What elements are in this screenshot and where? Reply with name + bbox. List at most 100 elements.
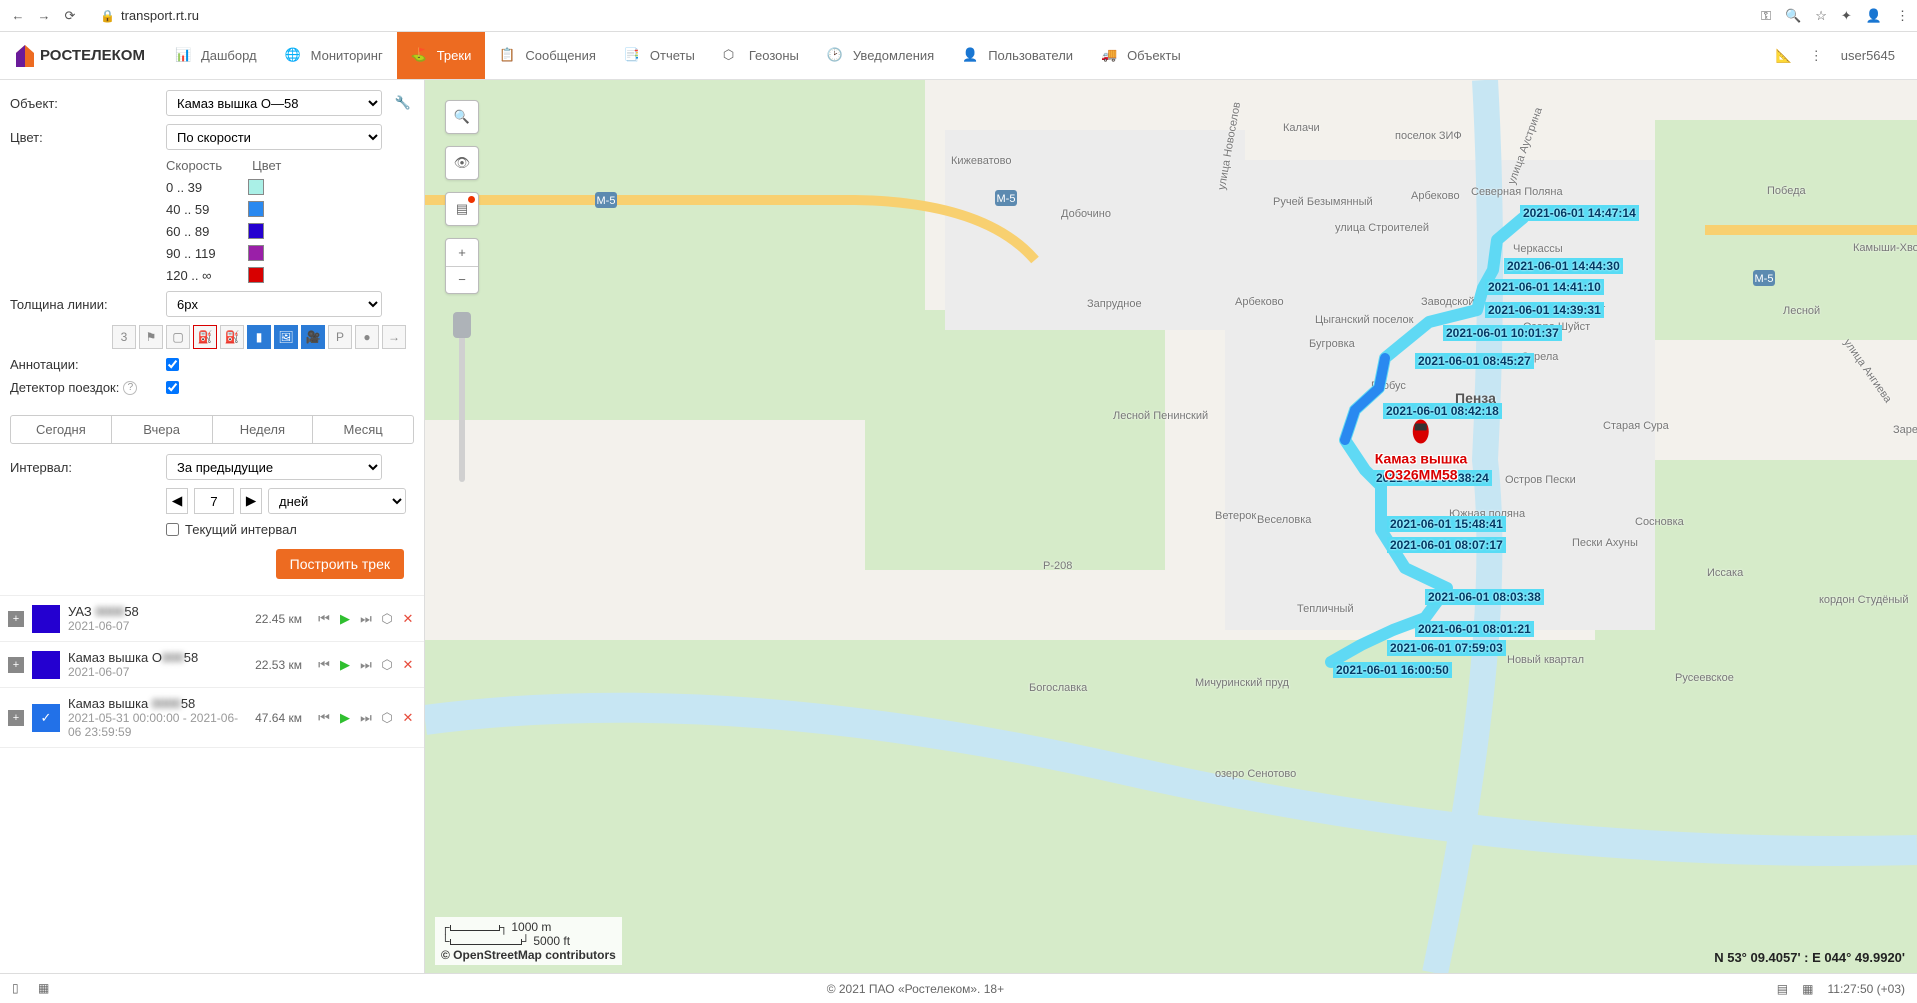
ti-stop-icon[interactable]: ● <box>355 325 379 349</box>
map-search-icon[interactable]: 🔍 <box>445 100 479 134</box>
nav-reports[interactable]: 📑Отчеты <box>610 32 709 79</box>
shape-icon[interactable]: ⬡ <box>379 657 395 673</box>
ti-video-icon[interactable]: 🎥 <box>301 325 325 349</box>
play-icon[interactable]: ▶ <box>337 611 353 627</box>
ti-3d-icon[interactable]: 3 <box>112 325 136 349</box>
ti-flag-icon[interactable]: ⚑ <box>139 325 163 349</box>
report-icon: 📑 <box>624 47 642 65</box>
expand-icon[interactable]: + <box>8 657 24 673</box>
ti-parking-icon[interactable]: P <box>328 325 352 349</box>
nav-notifications[interactable]: 🕑Уведомления <box>813 32 948 79</box>
current-interval-checkbox[interactable] <box>166 523 179 536</box>
puzzle-icon[interactable]: ✦ <box>1841 8 1852 24</box>
timestamp-label: 2021-06-01 16:00:50 <box>1333 662 1452 678</box>
profile-icon[interactable]: 👤 <box>1866 8 1882 24</box>
object-select[interactable]: Камаз вышка О—58 <box>166 90 382 116</box>
ruler-icon[interactable]: 📐 <box>1776 48 1792 64</box>
zoom-slider[interactable] <box>459 312 465 482</box>
footer-icon-2[interactable]: ▦ <box>1802 982 1813 996</box>
shape-icon[interactable]: ⬡ <box>379 611 395 627</box>
zoom-out-icon[interactable]: − <box>446 267 478 294</box>
osm-credit[interactable]: © OpenStreetMap contributors <box>441 948 616 962</box>
toolbar-icons: 3 ⚑ ▢ ⛽ ⛽ ▮ 🖼 🎥 P ● → <box>10 325 414 349</box>
thickness-select[interactable]: 6px <box>166 291 382 317</box>
interval-number[interactable] <box>194 488 234 514</box>
nav-tracks[interactable]: ⛳Треки <box>397 32 486 79</box>
ti-image-icon[interactable]: 🖼 <box>274 325 298 349</box>
track-row[interactable]: + Камаз вышка О000582021-06-07 22.53 км … <box>0 642 424 688</box>
delete-icon[interactable]: ✕ <box>400 611 416 627</box>
track-check-icon[interactable]: ✓ <box>32 704 60 732</box>
username[interactable]: user5645 <box>1841 48 1895 63</box>
annotations-checkbox[interactable] <box>166 358 179 371</box>
nav-objects[interactable]: 🚚Объекты <box>1087 32 1195 79</box>
track-row[interactable]: +✓ Камаз вышка 0000582021-05-31 00:00:00… <box>0 688 424 748</box>
ti-fuel-icon[interactable]: ⛽ <box>193 325 217 349</box>
nav-geozones[interactable]: ⬡Геозоны <box>709 32 813 79</box>
play-icon[interactable]: ▶ <box>337 657 353 673</box>
key-icon[interactable]: ⚿ <box>1761 8 1771 24</box>
nav-dashboard[interactable]: 📊Дашборд <box>161 32 271 79</box>
help-icon[interactable]: ? <box>123 381 137 395</box>
nav-users[interactable]: 👤Пользователи <box>948 32 1087 79</box>
header-menu-icon[interactable]: ⋮ <box>1810 48 1823 64</box>
place-label: Северная Поляна <box>1471 186 1563 198</box>
ti-marker-icon[interactable]: ▮ <box>247 325 271 349</box>
rewind-icon[interactable]: ⏮ <box>316 710 332 726</box>
track-row[interactable]: + УАЗ 0000582021-06-07 22.45 км ⏮ ▶ ⏭ ⬡ … <box>0 596 424 642</box>
menu-icon[interactable]: ⋮ <box>1896 8 1909 24</box>
forward-icon[interactable]: ⏭ <box>358 657 374 673</box>
track-color[interactable] <box>32 605 60 633</box>
brand-logo[interactable]: РОСТЕЛЕКОМ <box>0 45 161 67</box>
rewind-icon[interactable]: ⏮ <box>316 657 332 673</box>
color-select[interactable]: По скорости <box>166 124 382 150</box>
interval-mode-select[interactable]: За предыдущие <box>166 454 382 480</box>
forward-icon[interactable]: ⏭ <box>358 710 374 726</box>
period-week[interactable]: Неделя <box>213 416 314 443</box>
interval-unit-select[interactable]: дней <box>268 488 406 514</box>
shape-icon[interactable]: ⬡ <box>379 710 395 726</box>
rewind-icon[interactable]: ⏮ <box>316 611 332 627</box>
star-icon[interactable]: ☆ <box>1815 8 1827 24</box>
build-track-button[interactable]: Построить трек <box>276 549 404 579</box>
layout-1-icon[interactable]: ▯ <box>12 981 28 997</box>
map-layers-icon[interactable]: ▤ <box>445 192 479 226</box>
play-icon[interactable]: ▶ <box>337 710 353 726</box>
expand-icon[interactable]: + <box>8 611 24 627</box>
forward-icon[interactable]: ⏭ <box>358 611 374 627</box>
delete-icon[interactable]: ✕ <box>400 657 416 673</box>
nav-messages[interactable]: 📋Сообщения <box>485 32 610 79</box>
map[interactable]: M-5 M-5 M-5 2021-06-01 14:47:142021-06-0… <box>425 80 1917 973</box>
detector-checkbox[interactable] <box>166 381 179 394</box>
step-prev[interactable]: ◀ <box>166 488 188 514</box>
back-icon[interactable]: ← <box>8 6 28 26</box>
place-label: Остров Пески <box>1505 474 1576 486</box>
color-label: Цвет: <box>10 130 156 145</box>
ti-pump-icon[interactable]: ⛽ <box>220 325 244 349</box>
ti-box-icon[interactable]: ▢ <box>166 325 190 349</box>
zoom-in-icon[interactable]: + <box>446 239 478 267</box>
forward-icon[interactable]: → <box>34 6 54 26</box>
vehicle-marker[interactable]: Камаз вышка O326MM58 <box>1375 418 1468 483</box>
step-next[interactable]: ▶ <box>240 488 262 514</box>
url-bar[interactable]: 🔒 transport.rt.ru <box>86 8 1755 23</box>
place-label: Камыши-Хвощи <box>1853 242 1917 254</box>
timestamp-label: 2021-06-01 10:01:37 <box>1443 325 1562 341</box>
footer-icon-1[interactable]: ▤ <box>1777 982 1788 996</box>
period-month[interactable]: Месяц <box>313 416 413 443</box>
reload-icon[interactable]: ⟳ <box>60 6 80 26</box>
nav-monitoring[interactable]: 🌐Мониторинг <box>271 32 397 79</box>
ti-arrow-icon[interactable]: → <box>382 325 406 349</box>
layout-grid-icon[interactable]: ▦ <box>38 981 54 997</box>
zoom-icon[interactable]: 🔍 <box>1785 8 1801 24</box>
period-today[interactable]: Сегодня <box>11 416 112 443</box>
track-color[interactable] <box>32 651 60 679</box>
period-yesterday[interactable]: Вчера <box>112 416 213 443</box>
expand-icon[interactable]: + <box>8 710 24 726</box>
place-label: Победа <box>1767 185 1806 197</box>
map-eye-icon[interactable]: 👁 <box>445 146 479 180</box>
delete-icon[interactable]: ✕ <box>400 710 416 726</box>
place-label: Лесной <box>1783 305 1820 317</box>
wrench-icon[interactable]: 🔧 <box>395 95 411 111</box>
place-label: кордон Студёный <box>1819 594 1909 606</box>
